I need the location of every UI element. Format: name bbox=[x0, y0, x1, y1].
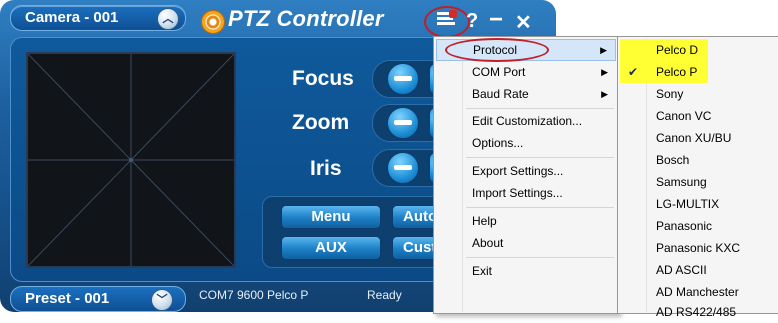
menu-item-label: COM Port bbox=[472, 65, 526, 79]
annotation-oval bbox=[445, 38, 549, 62]
protocol-option-ad-manchester[interactable]: AD Manchester bbox=[620, 281, 776, 303]
menu-separator bbox=[466, 257, 614, 258]
protocol-option-label: AD Manchester bbox=[656, 285, 739, 299]
checkmark-icon: ✔ bbox=[628, 65, 639, 79]
menu-item-com-port[interactable]: COM Port ▶ bbox=[436, 61, 616, 83]
protocol-option-label: Bosch bbox=[656, 153, 690, 167]
menu-item-edit-customization[interactable]: Edit Customization... bbox=[436, 110, 616, 132]
protocol-option-bosch[interactable]: Bosch bbox=[620, 149, 776, 171]
video-preview[interactable] bbox=[26, 52, 236, 268]
menu-item-label: Options... bbox=[472, 136, 524, 150]
minimize-icon[interactable]: − bbox=[489, 6, 503, 34]
preset-label: Preset - 001 bbox=[25, 290, 110, 307]
close-icon[interactable]: ✕ bbox=[515, 10, 532, 35]
protocol-option-label: AD ASCII bbox=[656, 263, 707, 277]
menu-item-label: Edit Customization... bbox=[472, 114, 583, 128]
zoom-minus-button[interactable] bbox=[386, 106, 420, 140]
chevron-down-icon[interactable]: ﹀ bbox=[151, 289, 173, 311]
submenu-arrow-icon: ▶ bbox=[601, 67, 608, 77]
menu-item-options[interactable]: Options... bbox=[436, 132, 616, 154]
submenu-arrow-icon: ▶ bbox=[600, 45, 607, 55]
protocol-option-label: Pelco D bbox=[656, 43, 699, 57]
protocol-option-label: Canon VC bbox=[656, 109, 712, 123]
preset-selector[interactable]: Preset - 001 ﹀ bbox=[10, 286, 186, 312]
protocol-option-label: Panasonic KXC bbox=[656, 241, 741, 255]
menu-item-label: Help bbox=[472, 214, 497, 228]
annotation-circle bbox=[424, 6, 470, 38]
submenu-arrow-icon: ▶ bbox=[601, 89, 608, 99]
protocol-option-canon-xu-bu[interactable]: Canon XU/BU bbox=[620, 127, 776, 149]
protocol-option-sony[interactable]: Sony bbox=[620, 83, 776, 105]
context-menu: Protocol ▶ COM Port ▶ Baud Rate ▶ Edit C… bbox=[433, 36, 619, 314]
protocol-option-ad-ascii[interactable]: AD ASCII bbox=[620, 259, 776, 281]
protocol-option-ad-rs422-485[interactable]: AD RS422/485 bbox=[620, 301, 776, 323]
iris-label: Iris bbox=[310, 157, 342, 180]
menu-item-label: Baud Rate bbox=[472, 87, 529, 101]
menu-separator bbox=[466, 207, 614, 208]
protocol-option-lg-multix[interactable]: LG-MULTIX bbox=[620, 193, 776, 215]
protocol-option-label: Canon XU/BU bbox=[656, 131, 732, 145]
protocol-option-label: Samsung bbox=[656, 175, 707, 189]
menu-item-baud-rate[interactable]: Baud Rate ▶ bbox=[436, 83, 616, 105]
menu-item-label: About bbox=[472, 236, 504, 250]
protocol-option-panasonic[interactable]: Panasonic bbox=[620, 215, 776, 237]
menu-separator bbox=[466, 108, 614, 109]
menu-item-about[interactable]: About bbox=[436, 232, 616, 254]
protocol-option-label: AD RS422/485 bbox=[656, 305, 737, 319]
video-crosshair bbox=[27, 53, 235, 267]
menu-button[interactable]: Menu bbox=[281, 205, 381, 229]
menu-item-label: Export Settings... bbox=[472, 164, 564, 178]
protocol-option-pelco-d[interactable]: Pelco D bbox=[620, 39, 776, 61]
focus-minus-button[interactable] bbox=[386, 62, 420, 96]
eye-logo-icon bbox=[201, 10, 225, 34]
menu-separator bbox=[466, 157, 614, 158]
zoom-label: Zoom bbox=[292, 111, 350, 134]
protocol-option-label: Panasonic bbox=[656, 219, 713, 233]
menu-item-import-settings[interactable]: Import Settings... bbox=[436, 182, 616, 204]
protocol-option-pelco-p[interactable]: ✔ Pelco P bbox=[620, 61, 776, 83]
protocol-option-panasonic-kxc[interactable]: Panasonic KXC bbox=[620, 237, 776, 259]
camera-selector[interactable]: Camera - 001 ︿ bbox=[10, 5, 186, 31]
menu-item-exit[interactable]: Exit bbox=[436, 260, 616, 282]
protocol-option-label: Pelco P bbox=[656, 65, 698, 79]
ready-status: Ready bbox=[367, 288, 402, 302]
protocol-option-label: Sony bbox=[656, 87, 684, 101]
menu-item-help[interactable]: Help bbox=[436, 210, 616, 232]
focus-label: Focus bbox=[292, 67, 354, 90]
menu-item-export-settings[interactable]: Export Settings... bbox=[436, 160, 616, 182]
connection-status: COM7 9600 Pelco P bbox=[199, 288, 309, 302]
help-icon[interactable]: ? bbox=[466, 10, 478, 33]
aux-button[interactable]: AUX bbox=[281, 236, 381, 260]
iris-minus-button[interactable] bbox=[386, 151, 420, 185]
protocol-option-label: LG-MULTIX bbox=[656, 197, 720, 211]
chevron-up-icon[interactable]: ︿ bbox=[157, 8, 179, 30]
menu-item-label: Exit bbox=[472, 264, 493, 278]
camera-label: Camera - 001 bbox=[25, 9, 119, 26]
app-title: PTZ Controller bbox=[228, 6, 384, 31]
protocol-option-samsung[interactable]: Samsung bbox=[620, 171, 776, 193]
title-bar: Camera - 001 ︿ PTZ Controller ? − ✕ bbox=[0, 0, 556, 40]
protocol-option-canon-vc[interactable]: Canon VC bbox=[620, 105, 776, 127]
protocol-submenu: Pelco D ✔ Pelco P Sony Canon VC Canon XU… bbox=[617, 36, 778, 319]
menu-item-label: Import Settings... bbox=[472, 186, 563, 200]
